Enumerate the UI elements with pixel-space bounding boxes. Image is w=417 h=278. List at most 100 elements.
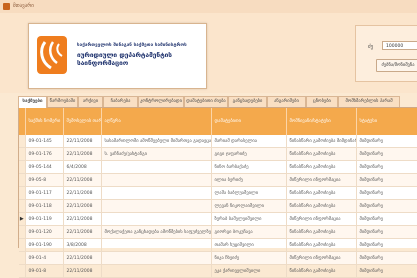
cell-id[interactable]: 09-01-118 (25, 199, 64, 213)
tab-4[interactable]: კონტროლირებადი (138, 96, 184, 107)
cell-date[interactable]: 22/11/2008 (63, 147, 102, 161)
cell-date[interactable]: 22/11/2008 (63, 264, 102, 278)
cell-id[interactable]: 09-01-8 (25, 264, 64, 278)
search-button[interactable]: ძებნა/მონიშვნა (376, 59, 417, 72)
cell-date[interactable]: 6/4/2008 (63, 160, 102, 174)
cell-status[interactable]: წინასწარი გამოძიება (286, 225, 357, 239)
cell-desc[interactable] (101, 264, 212, 278)
cell-id[interactable]: 09-05-144 (25, 160, 64, 174)
table-row[interactable]: 09-05-8 22/11/2008 ილია ბერიძე მიწერილი ინფ… (19, 173, 417, 187)
search-field[interactable]: 100000 (382, 41, 417, 50)
cell-date[interactable]: 3/8/2008 (63, 238, 102, 252)
cell-desc[interactable] (101, 173, 212, 187)
search-field-label: ძე (368, 44, 374, 50)
ministry-logo-icon (37, 36, 67, 74)
cell-status[interactable]: მიწერილი ინფორმაცია (286, 173, 357, 187)
table-row[interactable]: 09-01-118 22/11/2008 ლევან ნიკოლაიშვილი წინ… (19, 199, 417, 213)
table-row[interactable]: 09-05-144 6/4/2008 ნინო ბარბაქაძე წინასწარი… (19, 160, 417, 174)
cell-desc[interactable] (101, 212, 212, 226)
cell-desc[interactable] (101, 251, 212, 265)
cell-date[interactable]: 22/11/2008 (63, 225, 102, 239)
cell-id[interactable]: 09-01-145 (25, 135, 64, 148)
table-row[interactable]: 09-01-176 22/11/2008 ს. ვაჩნაძე/ვახტანგი გი… (19, 147, 417, 161)
table-row[interactable]: 09-01-120 22/11/2008 მოქალაქეთა განცხადება… (19, 225, 417, 239)
tab-2[interactable]: არქივი (78, 96, 103, 107)
cell-id[interactable]: 09-05-8 (25, 173, 64, 187)
cell-extra[interactable]: ნინო ბარბაქაძე (211, 160, 287, 174)
cell-date[interactable]: 22/11/2008 (63, 135, 102, 148)
cell-desc[interactable]: მოქალაქეთა განცხადება ამოწმების საფუძველ… (101, 225, 212, 239)
table-row[interactable]: 09-01-145 22/11/2008 სასამართლოში ამოწმეებ… (19, 135, 417, 148)
table-row[interactable]: 09-01-117 22/11/2008 ლაშა ბაბლუაშვილი წინას… (19, 186, 417, 200)
cell-desc[interactable] (101, 238, 212, 252)
cell-status[interactable]: მიწერილი ინფორმაცია (286, 251, 357, 265)
cell-date[interactable]: 22/11/2008 (63, 251, 102, 265)
column-header-id[interactable]: საქმის ნომერი (25, 108, 64, 135)
cell-desc[interactable]: ს. ვაჩნაძე/ვახტანგი (101, 147, 212, 161)
cell-id[interactable]: 09-01-120 (25, 225, 64, 239)
tab-6[interactable]: განცხადებები (228, 96, 267, 107)
cell-status[interactable]: წინასწარი გამოძიება მიმდინარე (286, 135, 357, 148)
cell-state[interactable]: მიმდინარე (356, 238, 417, 252)
cell-state[interactable]: მიმდინარე (356, 212, 417, 226)
cell-state[interactable]: მიმდინარე (356, 160, 417, 174)
table-row[interactable]: 09-01-8 22/11/2008 ეკა ქართველიშვილი წინასწ… (19, 264, 417, 278)
cell-state[interactable]: მიმდინარე (356, 225, 417, 239)
cell-status[interactable]: წინასწარი გამოძიება (286, 160, 357, 174)
cell-extra[interactable]: ზურაბ ბაშელეიშვილი (211, 212, 287, 226)
tab-bar: საქმეები წარმოებაში არქივი ჩაბარება კონტროლი… (18, 96, 417, 108)
cell-status[interactable]: წინასწარი გამოძიება (286, 147, 357, 161)
cell-id[interactable]: 09-01-4 (25, 251, 64, 265)
cell-extra[interactable]: ლაშა ბაბლუაშვილი (211, 186, 287, 200)
cell-status[interactable]: მიწერილი ინფორმაცია (286, 212, 357, 226)
cell-date[interactable]: 22/11/2008 (63, 212, 102, 226)
cell-id[interactable]: 09-01-117 (25, 186, 64, 200)
cell-status[interactable]: წინასწარი გამოძიება (286, 199, 357, 213)
column-header-extra[interactable]: დამატებითი (211, 108, 287, 135)
cell-status[interactable]: წინასწარი გამოძიება (286, 186, 357, 200)
table-row[interactable]: 09-01-190 3/8/2008 თამარ ხუციშვილი წინასწარ… (19, 238, 417, 252)
header-area: საქართველოს შინაგან საქმეთა სამინისტროს … (0, 13, 417, 93)
cell-date[interactable]: 22/11/2008 (63, 186, 102, 200)
logo-text: საქართველოს შინაგან საქმეთა სამინისტროს … (77, 42, 202, 67)
cell-state[interactable]: მიმდინარე (356, 251, 417, 265)
cell-extra[interactable]: ლევან ნიკოლაიშვილი (211, 199, 287, 213)
table-row[interactable]: 09-01-4 22/11/2008 ნიკა ჩხეიძე მიწერილი ინფ… (19, 251, 417, 265)
tab-1[interactable]: წარმოებაში (47, 96, 78, 107)
cell-status[interactable]: წინასწარი გამოძიება (286, 238, 357, 252)
cell-extra[interactable]: თამარ ხუციშვილი (211, 238, 287, 252)
column-header-description[interactable]: აღწერა (101, 108, 212, 135)
cell-state[interactable]: მიმდინარე (356, 135, 417, 148)
cell-date[interactable]: 22/11/2008 (63, 199, 102, 213)
cell-status[interactable]: წინასწარი გამოძიება (286, 264, 357, 278)
cell-state[interactable]: მიმდინარე (356, 173, 417, 187)
cell-state[interactable]: მიმდინარე (356, 264, 417, 278)
column-header-state[interactable]: სტატუსი (356, 108, 417, 135)
cell-state[interactable]: მიმდინარე (356, 186, 417, 200)
cell-extra[interactable]: გიორგი ბოკუჩავა (211, 225, 287, 239)
cell-id[interactable]: 09-01-176 (25, 147, 64, 161)
cell-extra[interactable]: გიგი ჯაფარიძე (211, 147, 287, 161)
cell-desc[interactable] (101, 186, 212, 200)
cell-state[interactable]: მიმდინარე (356, 147, 417, 161)
tab-0[interactable]: საქმეები (18, 96, 47, 108)
cell-desc[interactable]: სასამართლოში ამოწმეებული მიმართვა გადაეც… (101, 135, 212, 148)
cell-id[interactable]: 09-01-119 (25, 212, 64, 226)
cell-extra[interactable]: ნიკა ჩხეიძე (211, 251, 287, 265)
cell-id[interactable]: 09-01-190 (25, 238, 64, 252)
cell-date[interactable]: 22/11/2008 (63, 173, 102, 187)
cell-extra[interactable]: მარიამ დარასელია (211, 135, 287, 148)
table-row[interactable]: ▶ 09-01-119 22/11/2008 ზურაბ ბაშელეიშვილი მი… (19, 212, 417, 226)
cell-extra[interactable]: ეკა ქართველიშვილი (211, 264, 287, 278)
tab-7[interactable]: ანგარიშები (267, 96, 306, 107)
column-header-status[interactable]: მომჩივანი/სტატუსი (286, 108, 357, 135)
column-header-date[interactable]: შემოსვლის თარიღი (63, 108, 102, 135)
cell-desc[interactable] (101, 160, 212, 174)
tab-3[interactable]: ჩაბარება (103, 96, 138, 107)
tab-8[interactable]: ცნობები (306, 96, 338, 107)
cell-desc[interactable] (101, 199, 212, 213)
tab-5[interactable]: დამატებითი ძიება (184, 96, 228, 107)
cell-extra[interactable]: ილია ბერიძე (211, 173, 287, 187)
cell-state[interactable]: მიმდინარე (356, 199, 417, 213)
tab-9[interactable]: მომხმარებლის პარამ (338, 96, 400, 107)
